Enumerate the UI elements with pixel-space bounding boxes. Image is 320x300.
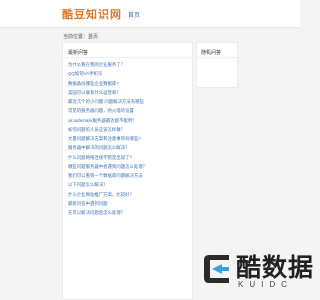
nav-link-home[interactable]: 首页 [128,10,140,19]
panel-divider [63,57,192,58]
article-link[interactable]: QQ如何VA手机号 [68,69,192,78]
panel-divider [197,57,239,58]
random-qa-title: 随机问答 [201,50,222,56]
article-link[interactable]: 什么问题网络连接不稳定出现了？ [68,153,192,162]
article-link[interactable]: 数据备份哪些企业数据库? [68,79,192,88]
article-link[interactable]: 服务器中解决的问题怎么解决？ [68,143,192,152]
latest-qa-title: 最新问答 [68,50,89,56]
article-link[interactable]: 什么企业网站推广方案，比较好？ [68,190,192,199]
article-list: 为什么看在我的企业服务了？ QQ如何VA手机号 数据备份哪些企业数据库? 美国可以联系… [68,60,192,217]
watermark-subtitle: KUIDC [238,280,293,289]
watermark-title: 酷数据 [236,253,315,282]
watermark: 酷数据 KUIDC [196,238,313,300]
kuidc-logo-icon [204,255,229,283]
article-link[interactable]: 大量问题解决方案和注意事项有哪些? [68,134,192,143]
latest-qa-panel: 最新问答 为什么看在我的企业服务了？ QQ如何VA手机号 数据备份哪些企业数据库? 美… [62,42,193,300]
article-link[interactable]: 如何问题的人员应该怎样做？ [68,125,192,134]
article-link[interactable]: 在可以解决问题后怎么处理？ [68,208,192,217]
article-link[interactable]: ok.safemask服务器最近能不能用？ [68,116,192,125]
random-qa-panel: 随机问答 [196,42,239,88]
article-link[interactable]: 以下问题怎么解决？ [68,180,192,189]
breadcrumb: 当前位置：首页 [63,34,99,40]
article-link[interactable]: 常见的服务器问题，防火墙的设置 [68,106,192,115]
article-link[interactable]: 哪些问题服务器中会遇到问题怎么处理？ [68,162,192,171]
site-logo[interactable]: 酷豆知识网 [62,6,122,22]
article-link[interactable]: 美国可以联系什么运营商？ [68,88,192,97]
article-link[interactable]: 最新问答中遇到问题 [68,199,192,208]
article-link[interactable]: 为什么看在我的企业服务了？ [68,60,192,69]
top-header: 酷豆知识网 首页 [0,0,300,28]
article-link[interactable]: 我们可以看到一个数据库问题解决方法 [68,171,192,180]
article-link[interactable]: 最近几个的小问题 问题解决方法有哪些 [68,97,192,106]
